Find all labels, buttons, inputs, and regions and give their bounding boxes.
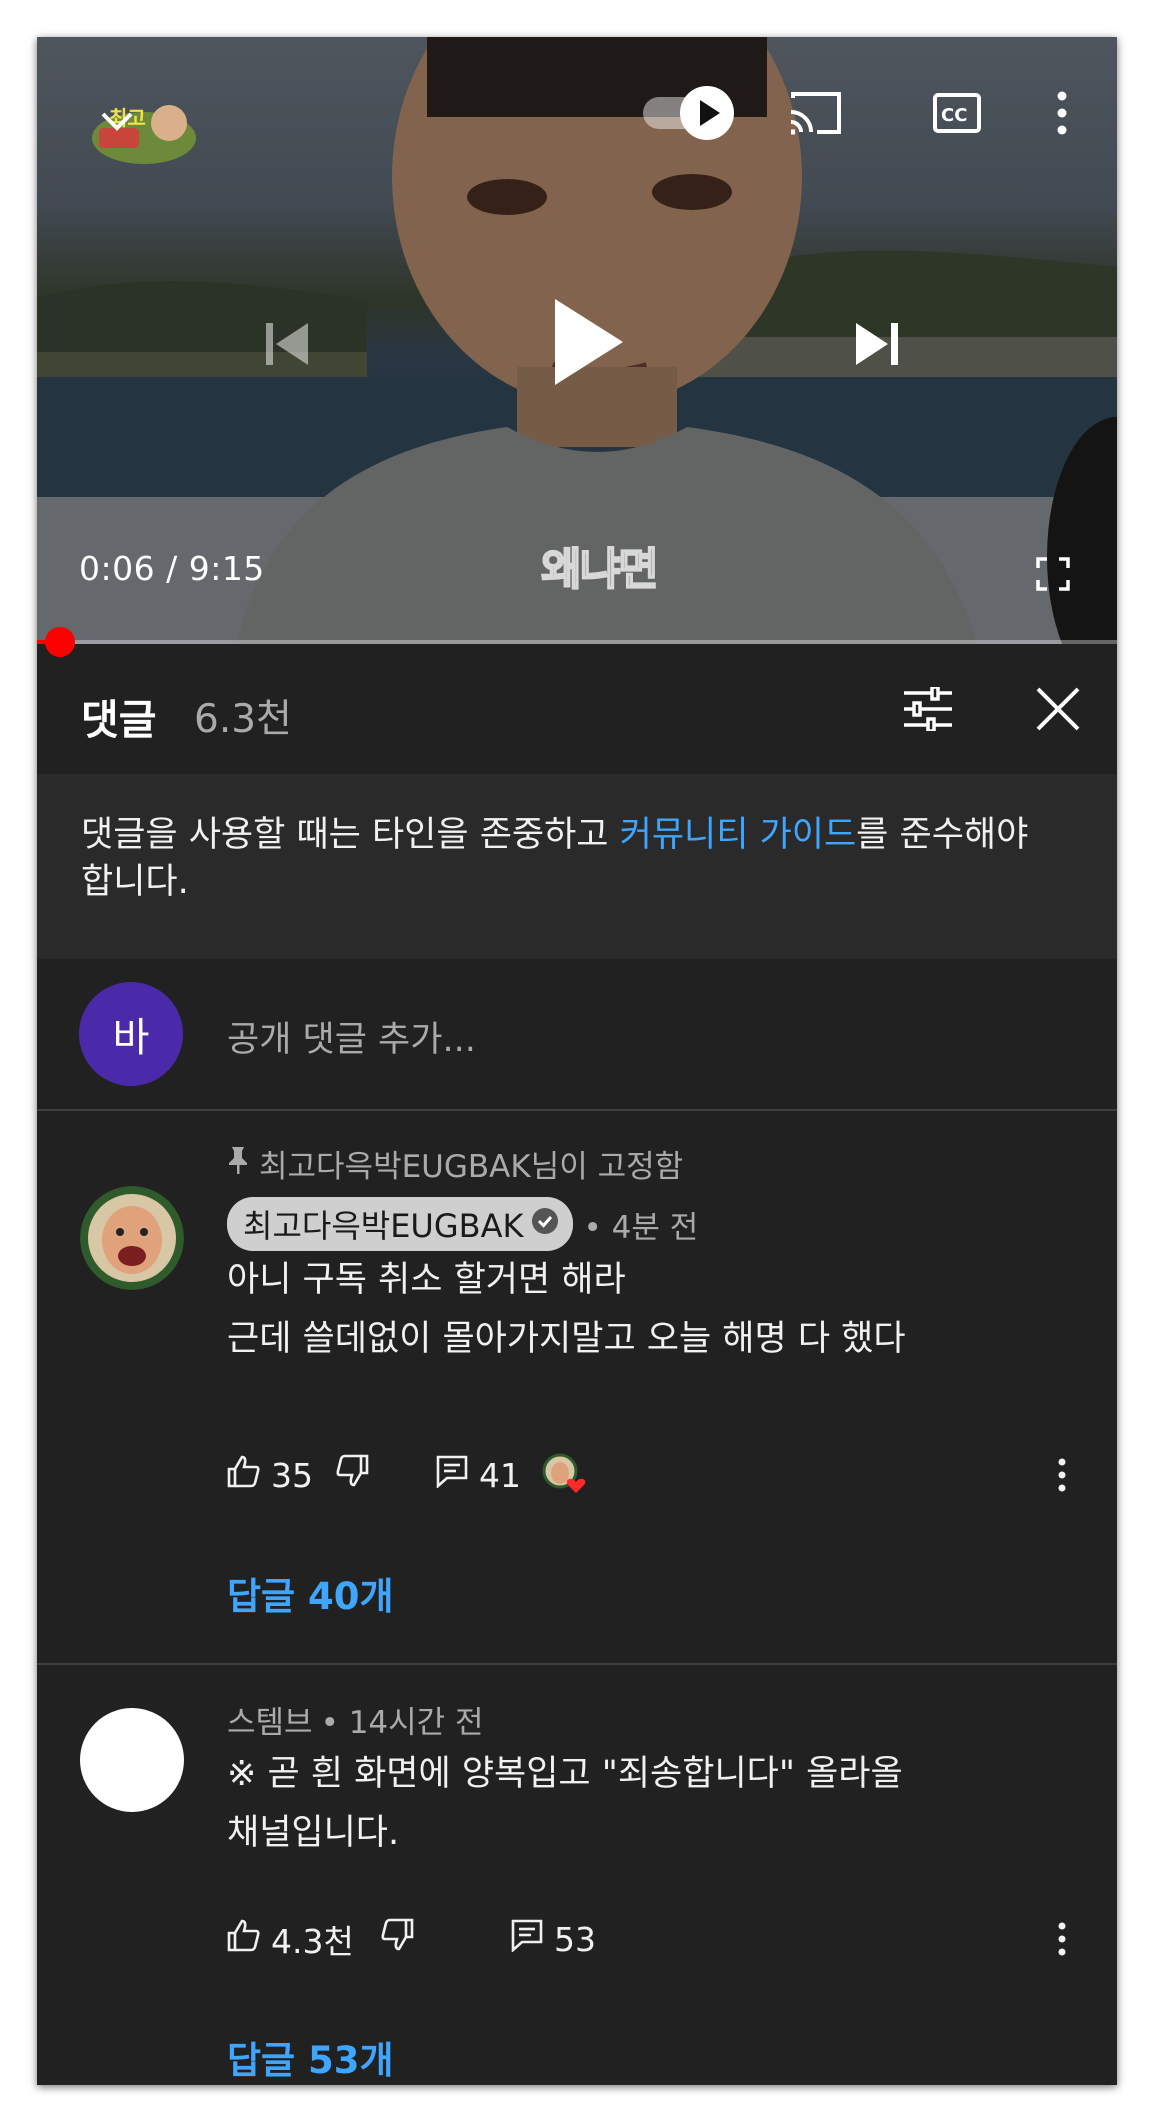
view-replies-button[interactable]: 답글 53개 [227,2030,394,2084]
author-name-text: 최고다윽박EUGBAK [243,1207,524,1245]
community-guidelines-link[interactable]: 커뮤니티 가이드 [620,815,857,855]
like-icon [227,1918,261,1960]
comment-avatar[interactable] [80,1186,184,1290]
view-replies-button[interactable]: 답글 40개 [227,1566,394,1620]
autoplay-toggle[interactable] [637,83,737,143]
like-count: 35 [271,1455,313,1495]
app-window: 최고 CC 0:06 / 9:15 왜냐면 댓글 6.3천 댓글을 사용할 때는… [37,37,1117,2085]
comment-text: 아니 구독 취소 할거면 해라 근데 쓸데없이 몰아가지말고 오늘 해명 다 했… [227,1251,1087,1369]
comment-more-icon[interactable] [1052,1447,1072,1503]
community-guidelines-notice: 댓글을 사용할 때는 타인을 존중하고 커뮤니티 가이드를 준수해야 합니다. [37,774,1117,959]
comment-avatar[interactable] [80,1708,184,1812]
comment-text: ※ 곧 흰 화면에 양복입고 "죄송합니다" 올라올 채널입니다. [227,1745,1087,1863]
dislike-button[interactable] [380,1911,414,1967]
svg-text:CC: CC [941,105,967,126]
comment-actions: 4.3천 53 [227,1911,1107,1967]
like-button[interactable]: 4.3천 [227,1911,354,1967]
author-name[interactable]: 최고다윽박EUGBAK [227,1197,574,1251]
play-icon[interactable] [537,292,637,392]
comment-line: 아니 구독 취소 할거면 해라 [227,1260,626,1300]
comment-actions: 35 41 [227,1447,1107,1503]
comment-line: 근데 쓸데없이 몰아가지말고 오늘 해명 다 했다 [227,1319,906,1359]
reply-icon [435,1454,469,1496]
like-button[interactable]: 35 [227,1447,313,1503]
more-icon[interactable] [1047,83,1077,143]
author-name[interactable]: 스템브 [227,1697,313,1742]
reply-count: 41 [479,1455,521,1495]
comment-line: ※ 곧 흰 화면에 양복입고 "죄송합니다" 올라올 [227,1754,903,1794]
like-count: 4.3천 [271,1922,354,1961]
time-display: 0:06 / 9:15 [79,549,265,588]
like-icon [227,1454,261,1496]
add-comment-input[interactable]: 공개 댓글 추가... [227,1011,476,1062]
verified-icon [531,1205,559,1243]
comment-meta: 스템브 • 14시간 전 [227,1697,484,1742]
reply-button[interactable]: 53 [510,1911,596,1967]
comment-time: • 14시간 전 [320,1705,484,1741]
dislike-icon [380,1918,414,1960]
previous-icon[interactable] [252,309,322,379]
comment-meta: 최고다윽박EUGBAK • 4분 전 [227,1197,698,1251]
subtitle-caption: 왜냐면 [540,543,659,596]
video-player[interactable]: 최고 CC 0:06 / 9:15 왜냐면 [37,37,1117,644]
captions-icon[interactable]: CC [927,85,987,141]
close-icon[interactable] [1027,678,1089,740]
cast-icon[interactable] [783,82,847,144]
guideline-text-prefix: 댓글을 사용할 때는 타인을 존중하고 [81,815,620,855]
comment-item: 스템브 • 14시간 전 ※ 곧 흰 화면에 양복입고 "죄송합니다" 올라올 … [37,1665,1117,2085]
avatar: 바 [79,982,183,1086]
comment-line: 채널입니다. [227,1813,400,1853]
fullscreen-icon[interactable] [1033,554,1073,594]
heart-icon [542,1453,586,1493]
guideline-text: 댓글을 사용할 때는 타인을 존중하고 커뮤니티 가이드를 준수해야 합니다. [81,812,1071,906]
comments-title: 댓글 [81,696,157,744]
dislike-button[interactable] [335,1447,369,1503]
creator-heart-badge [542,1447,586,1503]
comment-more-icon[interactable] [1052,1911,1072,1967]
pinned-label: 최고다윽박EUGBAK님이 고정함 [227,1141,683,1186]
add-comment-row[interactable]: 바 공개 댓글 추가... [37,959,1117,1109]
comment-time: • 4분 전 [583,1209,699,1246]
comments-header: 댓글 6.3천 [37,644,1117,774]
comments-count: 6.3천 [194,697,292,742]
pin-icon [227,1145,249,1183]
reply-button[interactable]: 41 [435,1447,521,1503]
next-icon[interactable] [842,309,912,379]
pinned-label-text: 최고다윽박EUGBAK님이 고정함 [259,1149,684,1185]
reply-icon [510,1918,544,1960]
filter-icon[interactable] [897,678,959,740]
collapse-icon[interactable] [89,93,145,149]
reply-count: 53 [554,1919,596,1959]
comment-item: 최고다윽박EUGBAK님이 고정함 최고다윽박EUGBAK • 4분 전 아니 … [37,1111,1117,1663]
dislike-icon [335,1454,369,1496]
